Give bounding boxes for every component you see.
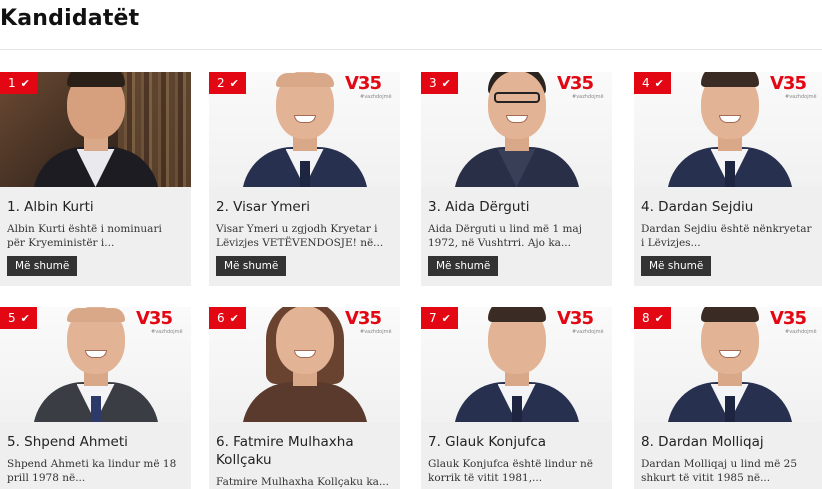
checkmark-icon: ✔ (441, 311, 451, 325)
candidate-photo[interactable]: 4 ✔ V35 #vazhdojmë (634, 72, 822, 187)
checkmark-icon: ✔ (654, 311, 664, 325)
v35-logo: V35 #vazhdojmë (136, 308, 183, 336)
candidate-portrait (21, 72, 171, 187)
v35-logo: V35 #vazhdojmë (770, 73, 817, 101)
glasses-icon (493, 92, 540, 103)
candidate-description: Albin Kurti është i nominuari për Kryemi… (7, 223, 162, 249)
candidate-card[interactable]: 7 ✔ V35 #vazhdojmë 7. Glauk Konjufca Glau… (421, 307, 612, 489)
candidate-photo[interactable]: 5 ✔ V35 #vazhdojmë (0, 307, 191, 422)
candidate-name[interactable]: 1. Albin Kurti (7, 198, 181, 216)
candidate-card[interactable]: 1 ✔ 1. Albin Kurti Albin Kurti është i no… (0, 72, 191, 286)
candidate-name[interactable]: 3. Aida Dërguti (428, 198, 602, 216)
candidate-number-badge: 7 ✔ (421, 307, 458, 329)
v35-logo: V35 #vazhdojmë (345, 73, 392, 101)
candidate-name[interactable]: 6. Fatmire Mulhaxha Kollçaku (216, 433, 390, 469)
candidate-card[interactable]: 3 ✔ V35 #vazhdojmë 3. Aida Dërguti Aida D… (421, 72, 612, 286)
candidate-card[interactable]: 6 ✔ V35 #vazhdojmë 6. Fatmire Mulhaxha Ko… (209, 307, 400, 489)
candidate-number-badge: 4 ✔ (634, 72, 671, 94)
v35-logo: V35 #vazhdojmë (557, 73, 604, 101)
candidate-description: Shpend Ahmeti ka lindur më 18 prill 1978… (7, 458, 177, 484)
candidate-photo[interactable]: 6 ✔ V35 #vazhdojmë (209, 307, 400, 422)
more-button[interactable]: Më shumë (641, 256, 712, 276)
candidate-photo[interactable]: 3 ✔ V35 #vazhdojmë (421, 72, 612, 187)
candidate-number-badge: 5 ✔ (0, 307, 37, 329)
candidate-photo[interactable]: 2 ✔ V35 #vazhdojmë (209, 72, 400, 187)
v35-logo: V35 #vazhdojmë (557, 308, 604, 336)
candidate-description: Visar Ymeri u zgjodh Kryetar i Lëvizjes … (216, 223, 384, 249)
title-divider (0, 49, 822, 50)
checkmark-icon: ✔ (441, 76, 451, 90)
checkmark-icon: ✔ (229, 311, 239, 325)
candidate-number-badge: 8 ✔ (634, 307, 671, 329)
candidate-card[interactable]: 5 ✔ V35 #vazhdojmë 5. Shpend Ahmeti Shpen… (0, 307, 191, 489)
more-button[interactable]: Më shumë (7, 256, 78, 276)
candidate-description: Dardan Sejdiu është nënkryetar i Lëvizje… (641, 223, 812, 249)
page-title: Kandidatët (0, 6, 140, 31)
candidate-card[interactable]: 2 ✔ V35 #vazhdojmë 2. Visar Ymeri Visar Y… (209, 72, 400, 286)
checkmark-icon: ✔ (654, 76, 664, 90)
checkmark-icon: ✔ (229, 76, 239, 90)
checkmark-icon: ✔ (20, 311, 30, 325)
candidate-number-badge: 2 ✔ (209, 72, 246, 94)
candidate-name[interactable]: 2. Visar Ymeri (216, 198, 390, 216)
more-button[interactable]: Më shumë (428, 256, 499, 276)
candidate-card[interactable]: 4 ✔ V35 #vazhdojmë 4. Dardan Sejdiu Darda… (634, 72, 822, 286)
v35-logo: V35 #vazhdojmë (345, 308, 392, 336)
candidate-card[interactable]: 8 ✔ V35 #vazhdojmë 8. Dardan Molliqaj Dar… (634, 307, 822, 489)
candidate-photo[interactable]: 1 ✔ (0, 72, 191, 187)
candidate-name[interactable]: 4. Dardan Sejdiu (641, 198, 815, 216)
candidate-number-badge: 3 ✔ (421, 72, 458, 94)
candidate-description: Fatmire Mulhaxha Kollçaku ka... (216, 476, 389, 488)
candidate-photo[interactable]: 8 ✔ V35 #vazhdojmë (634, 307, 822, 422)
candidate-description: Dardan Molliqaj u lind më 25 shkurt të v… (641, 458, 798, 484)
candidate-name[interactable]: 8. Dardan Molliqaj (641, 433, 815, 451)
more-button[interactable]: Më shumë (216, 256, 287, 276)
checkmark-icon: ✔ (20, 76, 30, 90)
v35-logo: V35 #vazhdojmë (770, 308, 817, 336)
candidate-photo[interactable]: 7 ✔ V35 #vazhdojmë (421, 307, 612, 422)
candidate-description: Aida Dërguti u lind më 1 maj 1972, në Vu… (428, 223, 582, 249)
candidate-name[interactable]: 7. Glauk Konjufca (428, 433, 602, 451)
candidate-number-badge: 6 ✔ (209, 307, 246, 329)
candidate-number-badge: 1 ✔ (0, 72, 37, 94)
candidate-name[interactable]: 5. Shpend Ahmeti (7, 433, 181, 451)
candidate-description: Glauk Konjufca është lindur në korrik të… (428, 458, 593, 484)
